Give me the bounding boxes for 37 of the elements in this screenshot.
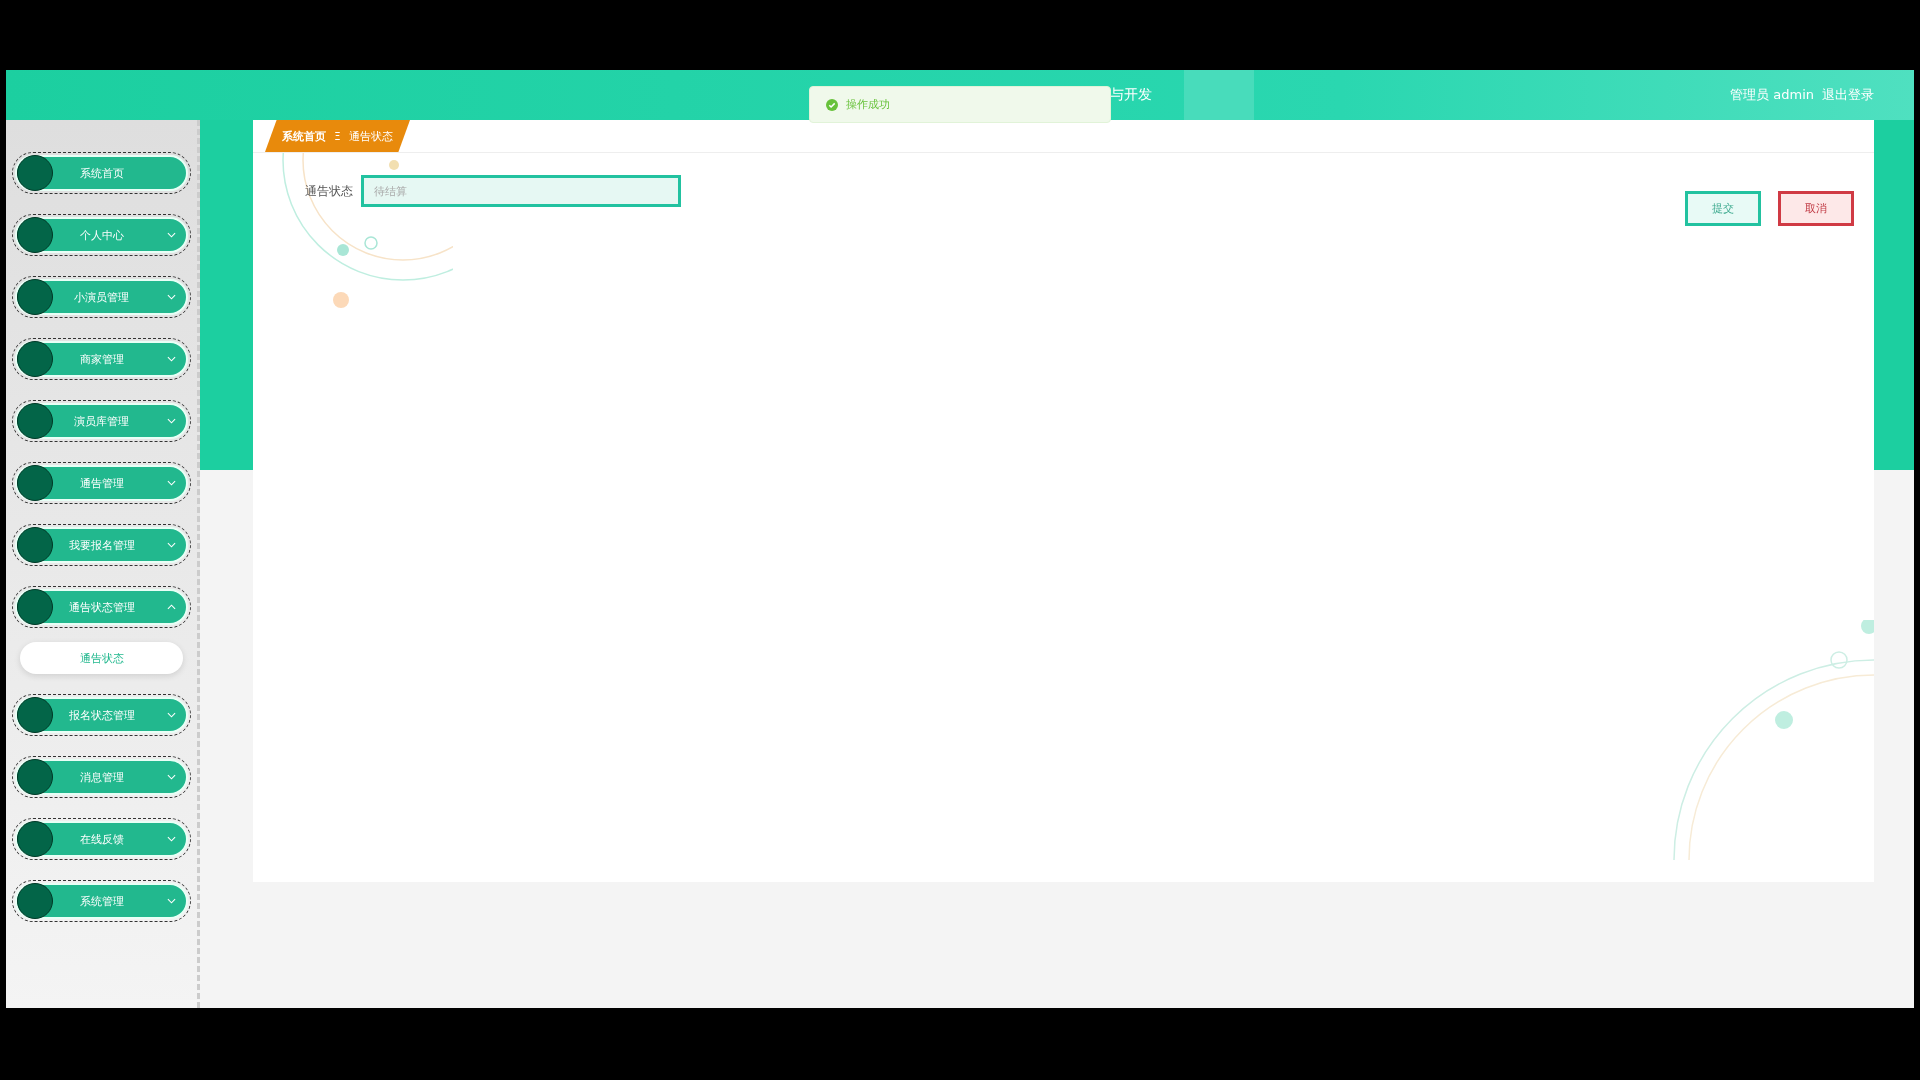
circle-icon <box>17 527 53 563</box>
menu-item[interactable]: 通告状态管理 <box>15 589 188 625</box>
submit-button[interactable]: 提交 <box>1685 191 1761 226</box>
circle-icon <box>17 759 53 795</box>
menu-item[interactable]: 演员库管理 <box>15 403 188 439</box>
menu-item[interactable]: 个人中心 <box>15 217 188 253</box>
toast-text: 操作成功 <box>846 97 890 112</box>
circle-icon <box>17 465 53 501</box>
header-decoration <box>1184 70 1254 120</box>
circle-icon <box>17 403 53 439</box>
menu-item[interactable]: 报名状态管理 <box>15 697 188 733</box>
menu-item[interactable]: 通告管理 <box>15 465 188 501</box>
menu-item[interactable]: 商家管理 <box>15 341 188 377</box>
circle-icon <box>17 821 53 857</box>
circle-icon <box>17 217 53 253</box>
menu-item[interactable]: 小演员管理 <box>15 279 188 315</box>
breadcrumb-link[interactable]: 系统首页 <box>282 128 327 144</box>
circle-icon <box>17 883 53 919</box>
app-title: 与开发 <box>1110 86 1152 104</box>
circle-icon <box>17 697 53 733</box>
breadcrumb-separator: Ξ <box>334 130 341 142</box>
field-label: 通告状态 <box>305 182 353 200</box>
circle-icon <box>17 589 53 625</box>
submenu-item[interactable]: 通告状态 <box>20 642 183 674</box>
cancel-button[interactable]: 取消 <box>1778 191 1854 226</box>
user-label: 管理员 admin <box>1730 86 1814 104</box>
circle-icon <box>17 279 53 315</box>
menu-item[interactable]: 系统管理 <box>15 883 188 919</box>
status-input-field[interactable]: 待结算 <box>361 175 681 207</box>
circle-icon <box>17 341 53 377</box>
logout-link[interactable]: 退出登录 <box>1822 86 1874 104</box>
menu-item[interactable]: 我要报名管理 <box>15 527 188 563</box>
menu-item[interactable]: 在线反馈 <box>15 821 188 857</box>
check-circle-icon <box>826 98 838 111</box>
menu-item[interactable]: 系统首页 <box>15 155 188 191</box>
circle-icon <box>17 155 53 191</box>
menu-item[interactable]: 消息管理 <box>15 759 188 795</box>
